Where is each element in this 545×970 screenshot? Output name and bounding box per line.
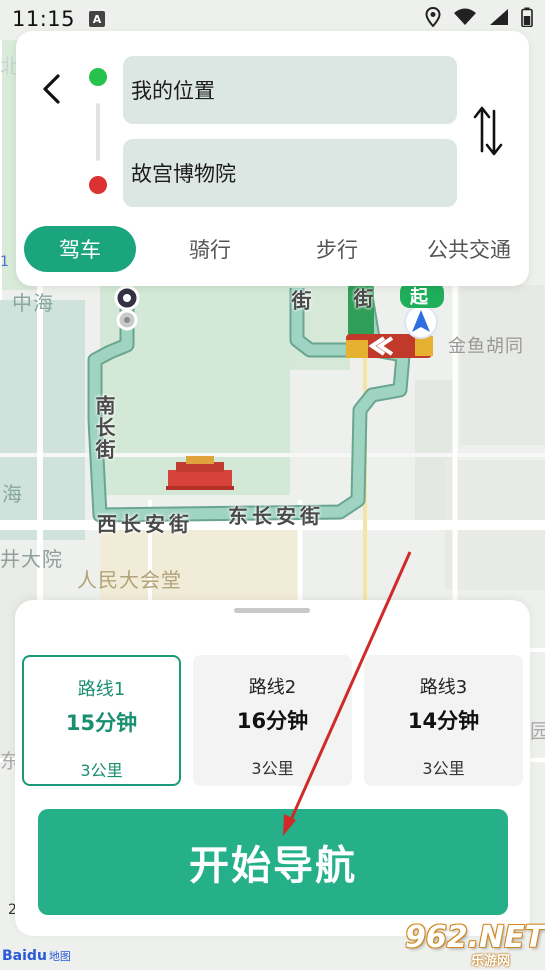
route-distance: 3公里 xyxy=(251,759,294,778)
signal-icon xyxy=(489,8,509,30)
watermark-subtext: 乐游网 xyxy=(471,954,511,969)
route-input-card: 我的位置 故宫博物院 驾车 骑行 步行 公共交通 xyxy=(16,31,529,286)
end-location-input[interactable]: 故宫博物院 xyxy=(123,139,457,207)
map-label-dayuan: 井大院 xyxy=(0,547,63,571)
tab-drive[interactable]: 驾车 xyxy=(24,226,136,272)
map-label-renmin-dahuitang: 人民大会堂 xyxy=(77,568,182,592)
route-name: 路线2 xyxy=(248,677,297,698)
site-watermark: 962.NET 乐游网 xyxy=(405,920,545,969)
street-label-jie-1: 街 xyxy=(288,290,312,312)
wifi-icon xyxy=(453,8,477,30)
route-name: 路线1 xyxy=(77,679,126,700)
route-time: 15分钟 xyxy=(65,711,138,735)
baidu-map-text: 地图 xyxy=(48,950,71,963)
street-label-nanchang: 南长街 xyxy=(92,395,116,461)
tab-walk[interactable]: 步行 xyxy=(299,226,375,272)
swap-arrows-icon xyxy=(471,103,505,163)
tab-cycle[interactable]: 骑行 xyxy=(172,226,248,272)
start-navigation-button[interactable]: 开始导航 xyxy=(38,809,508,915)
map-label-zhonghai: 中海 xyxy=(12,291,54,315)
route-time: 14分钟 xyxy=(407,709,480,733)
baidu-logo-text: Baidu xyxy=(2,948,47,964)
start-point-dot xyxy=(89,68,107,86)
street-label-dong-changan: 东长安街 xyxy=(228,504,324,528)
route-distance: 3公里 xyxy=(80,761,123,780)
route-option-3[interactable]: 路线3 14分钟 3公里 xyxy=(364,655,523,786)
baidu-logo: Baidu 地图 xyxy=(2,944,71,968)
route-option-2[interactable]: 路线2 16分钟 3公里 xyxy=(193,655,352,786)
route-options-panel: 路线1 15分钟 3公里 路线2 16分钟 3公里 路线3 14分钟 3公里 开… xyxy=(15,600,530,936)
route-distance: 3公里 xyxy=(422,759,465,778)
map-label-hai: 海 xyxy=(2,482,23,506)
status-time: 11:15 xyxy=(12,7,76,31)
route-time: 16分钟 xyxy=(236,709,309,733)
map-label-edge-one: 1 xyxy=(0,254,10,270)
battery-icon xyxy=(521,7,533,31)
start-location-input[interactable]: 我的位置 xyxy=(123,56,457,124)
swap-locations-button[interactable] xyxy=(468,103,508,163)
back-arrow-icon xyxy=(40,73,62,109)
travel-mode-tabs: 驾车 骑行 步行 公共交通 xyxy=(24,226,524,272)
back-button[interactable] xyxy=(36,71,66,111)
start-badge-label: 起 xyxy=(410,287,428,308)
status-bar: 11:15 A xyxy=(0,0,545,38)
notification-a-icon: A xyxy=(89,11,106,27)
street-label-xi-changan: 西长安街 xyxy=(97,512,193,536)
route-option-1[interactable]: 路线1 15分钟 3公里 xyxy=(22,655,181,786)
start-location-text: 我的位置 xyxy=(131,79,215,103)
tab-public-transit[interactable]: 公共交通 xyxy=(419,226,519,272)
end-point-dot xyxy=(89,176,107,194)
street-label-jie-2: 街 xyxy=(350,288,374,310)
location-icon xyxy=(425,6,441,31)
end-location-text: 故宫博物院 xyxy=(131,162,236,186)
map-label-jinyu-hutong: 金鱼胡同 xyxy=(448,336,524,357)
route-name: 路线3 xyxy=(419,677,468,698)
map-label-yuan: 园 xyxy=(530,719,545,743)
drag-handle[interactable] xyxy=(234,608,310,613)
route-connector-line xyxy=(96,103,100,161)
